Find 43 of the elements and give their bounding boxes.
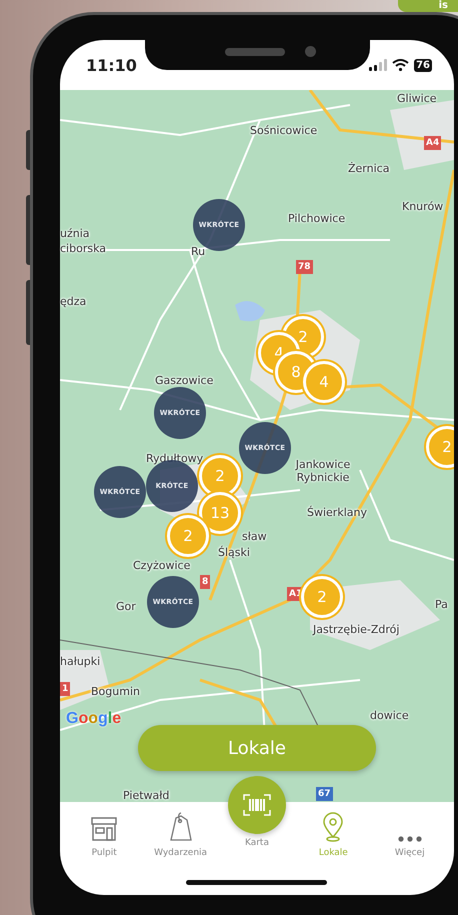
tab-bar-item[interactable]: Więcej <box>372 806 448 864</box>
signal-icon <box>369 59 388 71</box>
place-label: Pilchowice <box>288 212 346 225</box>
place-label: Pietwałd <box>123 789 170 802</box>
road-number-sign: 67 <box>316 787 333 801</box>
status-time: 11:10 <box>86 56 137 74</box>
place-label: dowice <box>370 709 409 722</box>
more-icon <box>398 836 422 842</box>
cluster-count-marker[interactable]: 2 <box>426 426 454 468</box>
tab-bar-item[interactable]: Pulpit <box>66 806 142 864</box>
wifi-icon <box>392 59 410 71</box>
place-label: Gaszowice <box>155 374 214 387</box>
road-number-sign: 1 <box>60 682 70 696</box>
place-label: ciborska <box>60 242 106 255</box>
place-label: Pa <box>435 598 448 611</box>
corner-banner: is <box>398 0 458 12</box>
place-label: Jastrzębie-Zdrój <box>313 623 400 636</box>
cluster-count-marker[interactable]: 2 <box>167 515 209 557</box>
place-label: Sośnicowice <box>250 124 318 137</box>
place-label: Czyżowice <box>133 559 190 572</box>
tab-bar-item[interactable]: Lokale <box>295 806 372 864</box>
place-label: Jankowice Rybnickie <box>294 458 352 484</box>
road-number-sign: A4 <box>424 136 442 150</box>
cluster-count-marker[interactable]: 2 <box>301 576 343 618</box>
lake-drawing <box>235 301 265 322</box>
place-label: ędza <box>60 295 86 308</box>
place-label: uźnia <box>60 227 90 240</box>
shop-icon <box>90 816 118 842</box>
barcode-icon <box>242 794 271 816</box>
place-label: Knurów <box>402 200 444 213</box>
locations-button[interactable]: Lokale <box>138 725 376 771</box>
place-label: Gor <box>116 600 136 613</box>
location-pin-icon <box>321 812 346 842</box>
place-label: hałupki <box>60 655 100 668</box>
place-label: Bogumin <box>91 685 140 698</box>
road-number-sign: 78 <box>296 260 313 274</box>
tab-bar-item[interactable]: Wydarzenia <box>142 806 219 864</box>
place-label: sław <box>242 530 267 543</box>
cluster-count-marker[interactable]: 4 <box>303 361 345 403</box>
battery-indicator: 76 <box>414 58 432 72</box>
place-label: Gliwice <box>397 92 437 105</box>
place-label: Żernica <box>348 162 390 175</box>
road-number-sign: 8 <box>200 575 210 589</box>
